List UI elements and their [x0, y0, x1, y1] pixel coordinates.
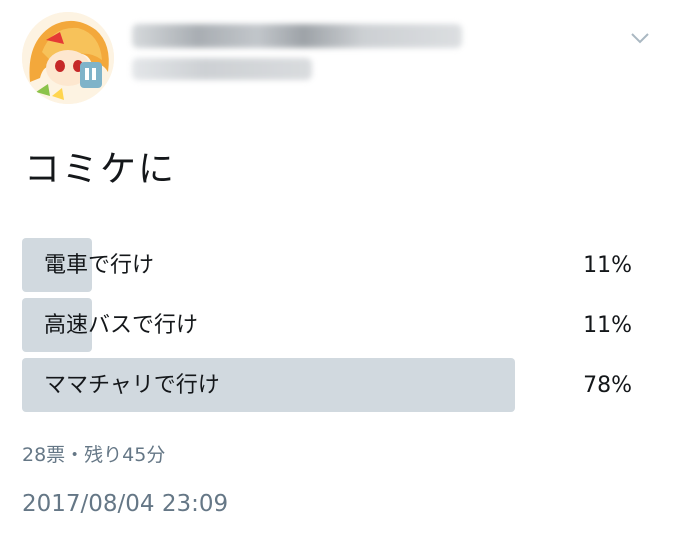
poll-option-1[interactable]: 電車で行け 11%: [22, 238, 634, 292]
poll-option-label: ママチャリで行け: [44, 373, 220, 398]
chevron-down-icon[interactable]: [629, 30, 651, 46]
poll-option-percent: 11%: [583, 313, 632, 338]
author-handle-redacted: [132, 58, 312, 80]
poll: 電車で行け 11% 高速バスで行け 11% ママチャリで行け 78%: [22, 238, 634, 418]
poll-option-2[interactable]: 高速バスで行け 11%: [22, 298, 634, 352]
poll-option-percent: 11%: [583, 253, 632, 278]
tweet-text: コミケに: [24, 149, 177, 190]
timestamp[interactable]: 2017/08/04 23:09: [22, 491, 228, 517]
author-name-redacted: [132, 24, 462, 48]
poll-option-label: 電車で行け: [44, 253, 155, 278]
avatar-illustration: [22, 12, 114, 104]
poll-option-3[interactable]: ママチャリで行け 78%: [22, 358, 634, 412]
poll-meta: 28票・残り45分: [22, 444, 166, 466]
poll-option-label: 高速バスで行け: [44, 313, 199, 338]
avatar[interactable]: [22, 12, 114, 104]
poll-option-percent: 78%: [583, 373, 632, 398]
